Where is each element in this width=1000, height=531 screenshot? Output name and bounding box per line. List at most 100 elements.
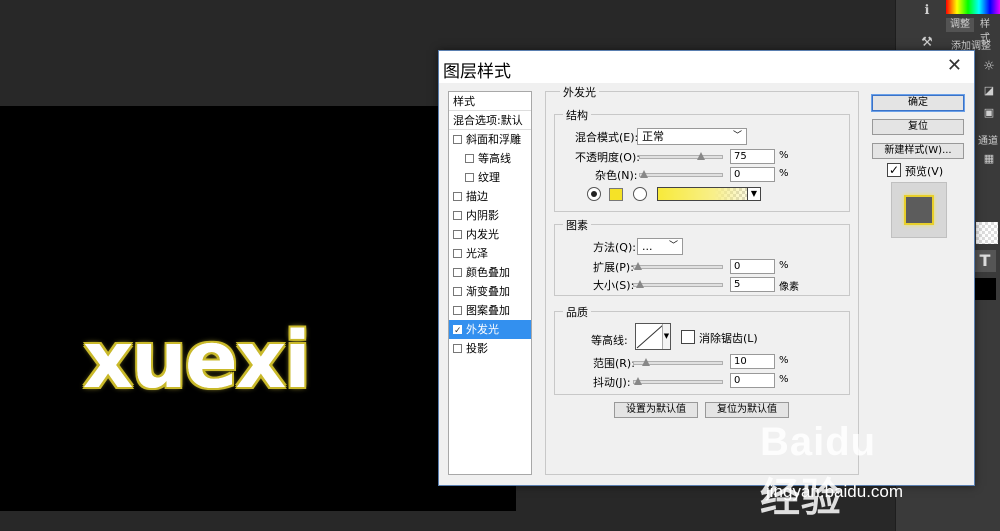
style-checkbox[interactable]: [453, 192, 462, 201]
opacity-input[interactable]: 75: [730, 149, 775, 164]
spread-unit: %: [779, 260, 789, 271]
blending-options-item[interactable]: 混合选项:默认: [449, 111, 531, 130]
style-item[interactable]: 颜色叠加: [449, 263, 531, 282]
layers-icon[interactable]: ▣: [978, 102, 1000, 124]
style-checkbox[interactable]: [453, 322, 462, 341]
baidu-jingyan-logo: Baidu经验: [760, 420, 877, 520]
style-checkbox[interactable]: [453, 268, 462, 277]
sun-icon[interactable]: ☼: [978, 56, 1000, 78]
spread-slider-thumb[interactable]: [634, 262, 642, 270]
gradient-dropdown-icon[interactable]: ▼: [747, 187, 761, 201]
style-item[interactable]: 内阴影: [449, 206, 531, 225]
antialias-checkbox[interactable]: [681, 330, 695, 344]
style-preview-thumbnail: [891, 182, 947, 238]
size-slider[interactable]: [633, 280, 723, 288]
dialog-titlebar[interactable]: 图层样式 ✕: [439, 51, 974, 83]
style-item-label: 内阴影: [466, 209, 499, 222]
noise-slider[interactable]: [639, 170, 723, 178]
layer-thumbnail-icon[interactable]: [976, 222, 998, 244]
solid-color-radio[interactable]: [587, 187, 601, 201]
gradient-radio[interactable]: [633, 187, 647, 201]
style-item-label: 图案叠加: [466, 304, 510, 317]
tab-styles[interactable]: 样式: [976, 18, 1000, 44]
style-item[interactable]: 斜面和浮雕: [449, 130, 531, 149]
style-item[interactable]: 内发光: [449, 225, 531, 244]
preview-checkbox[interactable]: ✓: [887, 163, 901, 177]
jitter-input[interactable]: 0: [730, 373, 775, 388]
ok-button[interactable]: 确定: [871, 94, 965, 112]
method-select[interactable]: ... ﹀: [637, 238, 683, 255]
size-slider-thumb[interactable]: [635, 280, 644, 288]
size-unit: 像素: [779, 282, 799, 293]
style-checkbox[interactable]: [453, 306, 462, 315]
canvas-text-layer[interactable]: xuexi: [83, 322, 311, 400]
range-slider-thumb[interactable]: [642, 358, 651, 366]
size-label: 大小(S):: [593, 279, 635, 292]
contour-dropdown-icon[interactable]: ▼: [662, 324, 670, 349]
style-item[interactable]: 渐变叠加: [449, 282, 531, 301]
range-input[interactable]: 10: [730, 354, 775, 369]
reset-button[interactable]: 复位: [872, 119, 964, 135]
color-spectrum-icon[interactable]: [946, 0, 1000, 14]
style-checkbox[interactable]: [453, 287, 462, 296]
range-slider[interactable]: [633, 358, 723, 366]
elements-group: 图素 方法(Q): ... ﹀ 扩展(P): 0 % 大小(S): 5 像素: [554, 217, 850, 296]
style-item-label: 渐变叠加: [466, 285, 510, 298]
style-item-label: 投影: [466, 342, 488, 355]
style-item[interactable]: 描边: [449, 187, 531, 206]
opacity-slider[interactable]: [639, 152, 723, 160]
styles-list-header[interactable]: 样式: [449, 92, 531, 111]
spread-input[interactable]: 0: [730, 259, 775, 274]
style-item-label: 描边: [466, 190, 488, 203]
glow-color-swatch[interactable]: [609, 188, 623, 201]
noise-unit: %: [779, 168, 789, 179]
range-label: 范围(R):: [593, 357, 635, 370]
info-icon[interactable]: ℹ: [916, 0, 938, 22]
style-item[interactable]: 图案叠加: [449, 301, 531, 320]
jitter-label: 抖动(J):: [593, 376, 631, 389]
style-checkbox[interactable]: [465, 154, 474, 163]
new-style-button[interactable]: 新建样式(W)...: [872, 143, 964, 159]
tab-adjustments[interactable]: 调整: [946, 18, 974, 32]
outer-glow-title: 外发光: [560, 84, 599, 100]
black-layer-thumb[interactable]: [974, 278, 996, 300]
style-checkbox[interactable]: [453, 344, 462, 353]
style-checkbox[interactable]: [453, 135, 462, 144]
noise-slider-thumb[interactable]: [640, 170, 648, 178]
noise-input[interactable]: 0: [730, 167, 775, 182]
outer-glow-group: 外发光 结构 混合模式(E): 正常 ﹀ 不透明度(O): 75 % 杂色(N)…: [545, 84, 859, 475]
style-checkbox[interactable]: [465, 173, 474, 182]
jitter-slider[interactable]: [633, 377, 723, 385]
style-item-label: 纹理: [478, 171, 500, 184]
blend-mode-select[interactable]: 正常 ﹀: [637, 128, 747, 145]
chevron-down-icon: ﹀: [668, 241, 678, 251]
channels-tab[interactable]: 通道: [978, 132, 998, 147]
curves-icon[interactable]: ◪: [978, 80, 1000, 102]
gradient-picker[interactable]: ▼: [657, 187, 761, 201]
spread-slider[interactable]: [633, 262, 723, 270]
style-item[interactable]: 等高线: [449, 149, 531, 168]
style-checkbox[interactable]: [453, 211, 462, 220]
structure-title: 结构: [563, 107, 591, 123]
style-checkbox[interactable]: [453, 230, 462, 239]
size-input[interactable]: 5: [730, 277, 775, 292]
reset-default-button[interactable]: 复位为默认值: [705, 402, 789, 418]
style-item[interactable]: 外发光: [449, 320, 531, 341]
grid-icon[interactable]: ▦: [978, 148, 1000, 170]
style-item-label: 颜色叠加: [466, 266, 510, 279]
structure-group: 结构 混合模式(E): 正常 ﹀ 不透明度(O): 75 % 杂色(N): 0 …: [554, 107, 850, 212]
set-default-button[interactable]: 设置为默认值: [614, 402, 698, 418]
type-layer-icon[interactable]: T: [974, 250, 996, 272]
opacity-slider-thumb[interactable]: [697, 152, 705, 160]
style-item[interactable]: 投影: [449, 339, 531, 358]
layer-style-dialog: 图层样式 ✕ 样式 混合选项:默认 斜面和浮雕 等高线纹理描边内阴影内发光光泽颜色…: [438, 50, 975, 486]
contour-picker[interactable]: ▼: [635, 323, 671, 350]
style-item-label: 光泽: [466, 247, 488, 260]
close-icon[interactable]: ✕: [947, 55, 962, 76]
opacity-label: 不透明度(O):: [575, 151, 640, 164]
style-item[interactable]: 纹理: [449, 168, 531, 187]
style-item[interactable]: 光泽: [449, 244, 531, 263]
jitter-slider-thumb[interactable]: [634, 377, 642, 385]
contour-curve-icon: [636, 324, 664, 349]
style-checkbox[interactable]: [453, 249, 462, 258]
